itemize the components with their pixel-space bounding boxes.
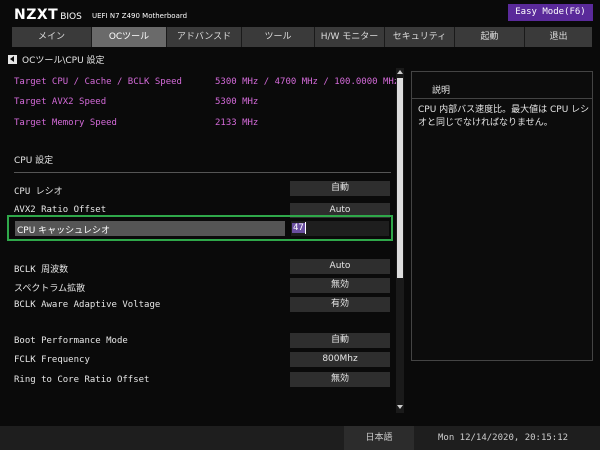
cache-ratio-row[interactable]: CPU キャッシュレシオ 47 [7, 215, 393, 241]
info-value-cpu-speed: 5300 MHz / 4700 MHz / 100.0000 MHz [215, 77, 400, 87]
setting-label-fclk: FCLK Frequency [14, 355, 90, 365]
tab-hw-monitor[interactable]: H/W モニター [315, 27, 385, 47]
setting-label-ring-offset: Ring to Core Ratio Offset [14, 375, 150, 385]
info-label-avx2-speed: Target AVX2 Speed [14, 97, 107, 107]
tab-boot[interactable]: 起動 [455, 27, 525, 47]
scrollbar[interactable] [396, 68, 404, 413]
help-text: CPU 内部バス速度比。最大値は CPU レシオと同じでなければなりません。 [418, 105, 590, 128]
boot-perf-select[interactable]: 自動 [290, 333, 390, 348]
language-button[interactable]: 日本語 [344, 426, 414, 450]
spread-spectrum-select[interactable]: 無効 [290, 278, 390, 293]
bclk-select[interactable]: Auto [290, 259, 390, 274]
breadcrumb-text: OCツール\CPU 設定 [22, 55, 105, 66]
setting-label-cpu-ratio: CPU レシオ [14, 187, 63, 197]
setting-label-spread-spectrum: スペクトラム拡散 [14, 284, 86, 294]
help-title: 説明 [432, 86, 451, 96]
main-tabs: メイン OCツール アドバンスド ツール H/W モニター セキュリティ 起動 … [12, 27, 592, 47]
ring-offset-select[interactable]: 無効 [290, 372, 390, 387]
tab-security[interactable]: セキュリティ [385, 27, 455, 47]
bclk-adaptive-select[interactable]: 有効 [290, 297, 390, 312]
tab-main[interactable]: メイン [12, 27, 92, 47]
tab-exit[interactable]: 退出 [525, 27, 592, 47]
section-title: CPU 設定 [14, 156, 54, 166]
settings-panel: Target CPU / Cache / BCLK Speed 5300 MHz… [0, 68, 404, 413]
clock: Mon 12/14/2020, 20:15:12 [438, 433, 569, 443]
info-value-memory-speed: 2133 MHz [215, 118, 259, 128]
logo-text: NZXT [14, 7, 59, 23]
setting-label-boot-perf: Boot Performance Mode [14, 336, 128, 346]
tab-oc-tools[interactable]: OCツール [92, 27, 167, 47]
fclk-select[interactable]: 800Mhz [290, 352, 390, 367]
easy-mode-button[interactable]: Easy Mode(F6) [508, 4, 593, 21]
logo-suffix: BIOS [60, 12, 82, 22]
setting-label-avx2-offset: AVX2 Ratio Offset [14, 205, 107, 215]
help-panel: 説明 CPU 内部バス速度比。最大値は CPU レシオと同じでなければなりません… [411, 71, 593, 361]
tab-tools[interactable]: ツール [242, 27, 315, 47]
cpu-ratio-select[interactable]: 自動 [290, 181, 390, 196]
info-value-avx2-speed: 5300 MHz [215, 97, 259, 107]
header: NZXT BIOS UEFI N7 Z490 Motherboard Easy M… [0, 0, 600, 27]
section-divider [14, 172, 391, 173]
text-caret [305, 222, 306, 234]
cache-ratio-value[interactable]: 47 [292, 223, 305, 233]
setting-label-bclk: BCLK 周波数 [14, 265, 69, 275]
scroll-up-icon[interactable] [397, 70, 403, 74]
scroll-down-icon[interactable] [397, 405, 403, 409]
back-arrow-icon[interactable] [8, 54, 17, 64]
board-name: UEFI N7 Z490 Motherboard [92, 12, 188, 20]
breadcrumb: OCツール\CPU 設定 [8, 53, 105, 66]
help-divider [412, 98, 592, 99]
tab-advanced[interactable]: アドバンスド [167, 27, 242, 47]
info-label-memory-speed: Target Memory Speed [14, 118, 117, 128]
setting-label-cache-ratio: CPU キャッシュレシオ [17, 226, 110, 236]
footer: 日本語 Mon 12/14/2020, 20:15:12 [0, 426, 600, 450]
info-label-cpu-speed: Target CPU / Cache / BCLK Speed [14, 77, 182, 87]
setting-label-bclk-adaptive: BCLK Aware Adaptive Voltage [14, 300, 161, 310]
scroll-thumb[interactable] [397, 78, 403, 278]
nzxt-logo: NZXT BIOS [14, 7, 82, 23]
